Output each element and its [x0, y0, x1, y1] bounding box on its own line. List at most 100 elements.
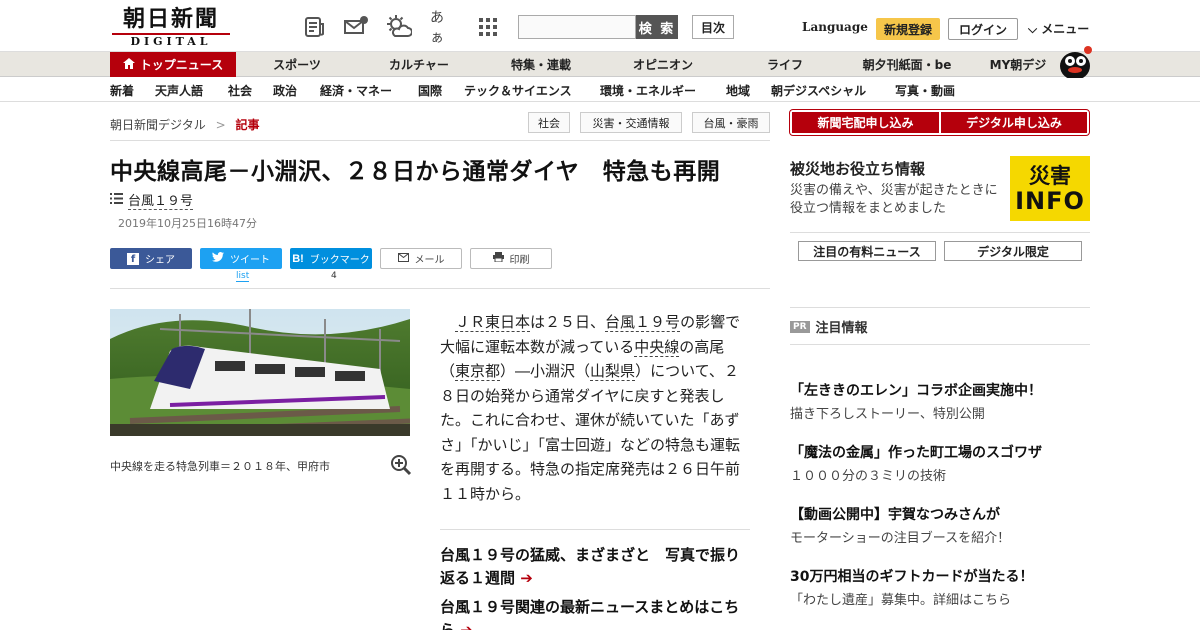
nav2-society[interactable]: 社会: [228, 78, 252, 102]
related-article-title: 台風１９号の猛威、まざまざと 写真で振り返る１週間: [440, 546, 741, 587]
nav-sports[interactable]: スポーツ: [250, 52, 344, 77]
pr-item-sub: 「わたし遺産」募集中。詳細はこちら: [790, 593, 1012, 608]
twitter-share-button[interactable]: ツイート: [200, 248, 282, 269]
zoom-icon[interactable]: [390, 454, 412, 476]
print-label: 印刷: [509, 255, 530, 266]
nav-opinion[interactable]: オピニオン: [616, 52, 710, 77]
nav-life[interactable]: ライフ: [738, 52, 832, 77]
logo-japanese: 朝日新聞: [122, 6, 219, 32]
tag-society[interactable]: 社会: [528, 112, 570, 133]
mail-button[interactable]: メール: [380, 248, 462, 269]
home-icon: [122, 57, 135, 72]
nav2-environment[interactable]: 環境・エネルギー: [600, 78, 696, 102]
disaster-info-title[interactable]: 被災地お役立ち情報: [790, 158, 925, 179]
divider: [110, 140, 770, 141]
nav-my-asadigi[interactable]: MY朝デジ: [980, 52, 1056, 77]
site-header: 朝日新聞 DIGITAL あぁ 検 索 目次 Language 新規登録 ログイ…: [0, 0, 1200, 52]
nav-top-news[interactable]: トップニュース: [110, 52, 236, 77]
link-yamanashi[interactable]: 山梨県: [590, 362, 636, 381]
menu-label: メニュー: [1041, 22, 1090, 36]
disaster-badge-bottom: INFO: [1015, 186, 1085, 215]
nav2-economy[interactable]: 経済・マネー: [320, 78, 392, 102]
related-article-link[interactable]: 台風１９号関連の最新ニュースまとめはこちら ➔: [440, 596, 750, 630]
subscribe-digital-button[interactable]: デジタル申し込み: [941, 112, 1087, 133]
nav2-tenseijingo[interactable]: 天声人語: [155, 78, 203, 102]
article-photo[interactable]: [110, 309, 410, 436]
nav-paper[interactable]: 朝夕刊紙面・be: [852, 52, 962, 77]
paid-news-button[interactable]: 注目の有料ニュース: [798, 241, 936, 261]
chevron-down-icon: ⌵: [1028, 22, 1038, 36]
language-link[interactable]: Language: [802, 20, 868, 34]
pr-item-sub: 描き下ろしストーリー、特別公開: [790, 407, 985, 422]
hatena-bookmark-button[interactable]: B! ブックマーク: [290, 248, 372, 269]
divider: [790, 232, 1090, 233]
breadcrumb: 朝日新聞デジタル > 記事: [110, 116, 260, 133]
link-jr-east[interactable]: ＪＲ東日本: [455, 313, 531, 332]
pr-title: 注目情報: [815, 321, 868, 336]
logo-digital: DIGITAL: [112, 33, 230, 48]
nav2-tech[interactable]: テック＆サイエンス: [464, 78, 572, 102]
article-title: 中央線高尾－小淵沢、２８日から通常ダイヤ 特急も再開: [110, 159, 721, 185]
login-button[interactable]: ログイン: [948, 18, 1018, 40]
nav2-region[interactable]: 地域: [726, 78, 750, 102]
divider: [110, 288, 770, 289]
subscribe-paper-button[interactable]: 新聞宅配申し込み: [792, 112, 939, 133]
link-tokyo[interactable]: 東京都: [455, 362, 501, 381]
hatena-count: 4: [331, 271, 337, 281]
breadcrumb-home[interactable]: 朝日新聞デジタル: [110, 118, 206, 132]
nav2-politics[interactable]: 政治: [273, 78, 297, 102]
body-indent: [440, 313, 455, 331]
nav2-special[interactable]: 朝デジスペシャル: [771, 78, 866, 102]
nav-top-news-label: トップニュース: [139, 58, 224, 72]
breadcrumb-separator: >: [215, 118, 226, 132]
facebook-icon: f: [127, 252, 139, 265]
facebook-share-label: シェア: [145, 255, 175, 266]
topic-link[interactable]: 台風１９号: [110, 190, 194, 210]
nav2-international[interactable]: 国際: [418, 78, 442, 102]
facebook-share-button[interactable]: f シェア: [110, 248, 192, 269]
publish-date: 2019年10月25日16時47分: [118, 217, 257, 230]
related-article-title: 台風１９号関連の最新ニュースまとめはこちら: [440, 598, 740, 630]
nav2-new[interactable]: 新着: [110, 78, 134, 102]
list-icon: [110, 192, 123, 208]
tag-typhoon[interactable]: 台風・豪雨: [692, 112, 770, 133]
mail-icon: [397, 252, 409, 265]
print-button[interactable]: 印刷: [470, 248, 552, 269]
arrow-right-icon: ➔: [520, 569, 533, 587]
topic-label: 台風１９号: [128, 190, 194, 210]
pr-item-title[interactable]: 30万円相当のギフトカードが当たる！: [790, 566, 1033, 586]
related-article-link[interactable]: 台風１９号の猛威、まざまざと 写真で振り返る１週間 ➔: [440, 544, 750, 590]
tag-disaster-traffic[interactable]: 災害・交通情報: [580, 112, 682, 133]
toc-button[interactable]: 目次: [692, 15, 734, 39]
body-text: は２５日、: [530, 313, 606, 331]
pr-item-title[interactable]: 【動画公開中】宇賀なつみさんが: [790, 504, 1000, 524]
site-logo[interactable]: 朝日新聞 DIGITAL: [112, 6, 230, 48]
pr-item-title[interactable]: 「左ききのエレン」コラボ企画実施中！: [790, 380, 1042, 400]
secondary-nav: 新着 天声人語 社会 政治 経済・マネー 国際 テック＆サイエンス 環境・エネル…: [0, 78, 1200, 102]
link-chuo-line[interactable]: 中央線: [634, 337, 680, 357]
nav2-photo-video[interactable]: 写真・動画: [895, 78, 955, 102]
primary-nav: トップニュース スポーツ カルチャー 特集・連載 オピニオン ライフ 朝夕刊紙面…: [0, 52, 1200, 77]
pr-item-sub: １０００分の３ミリの技術: [790, 469, 947, 484]
nav-features[interactable]: 特集・連載: [494, 52, 588, 77]
menu-button[interactable]: ⌵ メニュー: [1028, 20, 1089, 37]
nav-culture[interactable]: カルチャー: [372, 52, 466, 77]
pr-item-sub: モーターショーの注目ブースを紹介！: [790, 531, 1011, 546]
message-icon[interactable]: [343, 14, 369, 40]
grid-menu-icon[interactable]: [475, 14, 501, 40]
digital-only-button[interactable]: デジタル限定: [944, 241, 1082, 261]
divider: [440, 529, 750, 530]
twitter-icon: [212, 252, 224, 265]
breadcrumb-current: 記事: [235, 118, 260, 132]
arrow-right-icon: ➔: [460, 621, 473, 630]
pr-item-title[interactable]: 「魔法の金属」作った町工場のスゴワザ: [790, 442, 1042, 462]
twitter-list-link[interactable]: list: [236, 271, 250, 282]
disaster-info-badge[interactable]: 災害 INFO: [1010, 156, 1090, 221]
newspaper-icon[interactable]: [302, 14, 328, 40]
search-input[interactable]: [518, 15, 636, 39]
hiragana-toggle[interactable]: あぁ: [430, 10, 456, 46]
link-typhoon19[interactable]: 台風１９号: [605, 313, 681, 332]
register-button[interactable]: 新規登録: [876, 18, 940, 40]
search-button[interactable]: 検 索: [636, 15, 678, 39]
weather-icon[interactable]: [386, 14, 412, 40]
